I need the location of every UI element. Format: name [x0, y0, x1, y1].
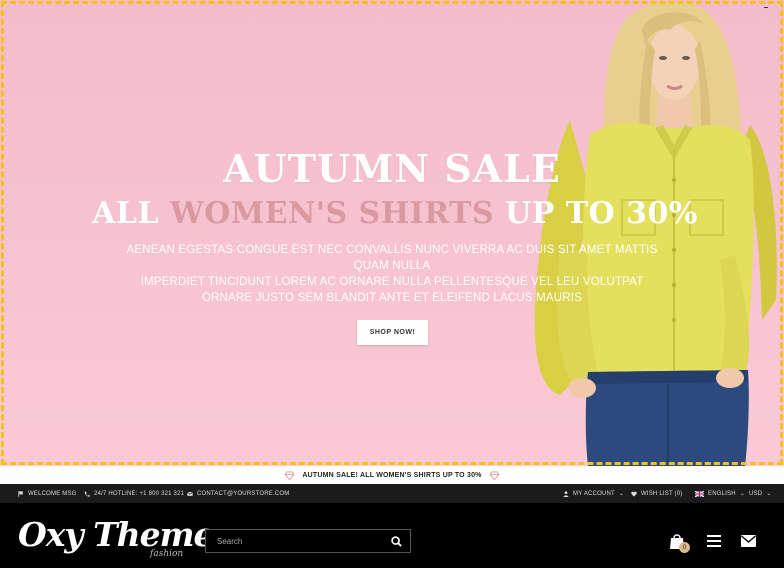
diamond-icon — [285, 470, 295, 480]
cart-count-badge: 0 — [679, 542, 690, 553]
search-icon — [390, 535, 402, 547]
hero-subtitle-post: UP TO 30% — [494, 196, 698, 231]
language-dropdown[interactable]: ENGLISH ⌄ — [695, 484, 745, 503]
currency-label: USD — [749, 490, 763, 497]
hero-description: AENEAN EGESTAS CONGUE EST NEC CONVALLIS … — [112, 242, 672, 306]
promo-text: AUTUMN SALE! ALL WOMEN'S SHIRTS UP TO 30… — [302, 471, 482, 479]
search-box — [205, 529, 411, 553]
hotline-label: 24/7 HOTLINE: +1 800 321 321 — [94, 490, 185, 497]
hero-description-line: IMPERDIET TINCIDUNT LOREM AC ORNARE NULL… — [140, 276, 644, 288]
hero-subtitle: ALL WOMEN'S SHIRTS UP TO 30% — [0, 196, 784, 231]
search-button[interactable] — [382, 530, 410, 552]
search-input[interactable] — [206, 530, 382, 552]
currency-dropdown[interactable]: USD ⌄ — [749, 484, 772, 503]
hotline: 24/7 HOTLINE: +1 800 321 321 — [84, 484, 184, 503]
logo-sub-text: fashion — [150, 549, 184, 559]
logo-main-text: Oxy Theme. — [18, 515, 225, 554]
hero-title: AUTUMN SALE — [223, 146, 561, 191]
contact-label: CONTACT@YOURSTORE.COM — [197, 490, 290, 497]
wishlist-label: WISH LIST (0) — [641, 490, 683, 497]
hero-subtitle-highlight: WOMEN'S SHIRTS — [170, 196, 495, 231]
logo[interactable]: Oxy Theme. fashion — [18, 515, 225, 565]
my-account-dropdown[interactable]: MY ACCOUNT ⌄ — [563, 484, 624, 503]
user-icon — [563, 490, 569, 497]
heart-icon — [631, 491, 637, 497]
account-label: MY ACCOUNT — [573, 490, 615, 497]
envelope-icon — [187, 491, 193, 496]
promo-bar[interactable]: AUTUMN SALE! ALL WOMEN'S SHIRTS UP TO 30… — [0, 466, 784, 484]
diamond-icon — [489, 470, 499, 480]
flag-icon — [18, 490, 24, 497]
contact-email[interactable]: CONTACT@YOURSTORE.COM — [187, 484, 289, 503]
cart-button[interactable]: 0 — [668, 532, 692, 554]
hero-text-block: AUTUMN SALE ALL WOMEN'S SHIRTS UP TO 30%… — [0, 0, 784, 466]
hero-description-line: ORNARE JUSTO SEM BLANDIT ANTE ET ELEIFEN… — [201, 292, 583, 304]
mail-icon[interactable] — [741, 535, 756, 547]
hero-subtitle-pre: ALL — [92, 196, 171, 231]
language-label: ENGLISH — [708, 490, 736, 497]
main-header: Oxy Theme. fashion 0 — [0, 503, 784, 568]
uk-flag-icon — [695, 490, 704, 497]
hero-description-line: AENEAN EGESTAS CONGUE EST NEC CONVALLIS … — [126, 244, 658, 272]
top-bar: WELCOME MSG 24/7 HOTLINE: +1 800 321 321… — [0, 484, 784, 503]
phone-icon — [84, 491, 90, 497]
hero-banner: AUTUMN SALE ALL WOMEN'S SHIRTS UP TO 30%… — [0, 0, 784, 466]
chevron-down-icon: ⌄ — [766, 491, 772, 497]
minimize-mark — [764, 7, 768, 8]
chevron-down-icon: ⌄ — [739, 491, 745, 497]
shop-now-button[interactable]: SHOP NOW! — [357, 320, 428, 345]
welcome-message: WELCOME MSG — [18, 484, 77, 503]
hamburger-menu-icon[interactable] — [707, 535, 721, 547]
chevron-down-icon: ⌄ — [618, 491, 625, 497]
welcome-label: WELCOME MSG — [28, 490, 77, 497]
wishlist-link[interactable]: WISH LIST (0) — [631, 484, 683, 503]
